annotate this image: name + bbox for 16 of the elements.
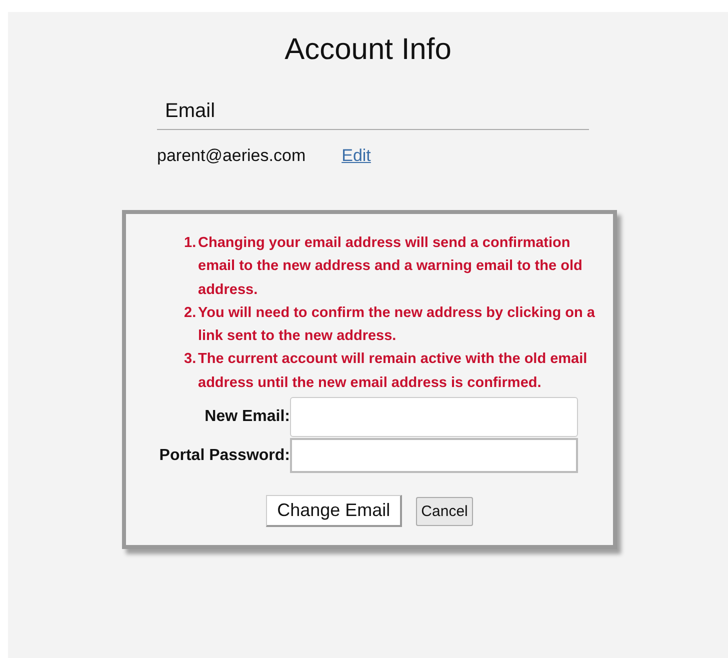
field-label: Portal Password: [158,446,290,465]
note-number: 3. [184,350,196,370]
password-field[interactable] [290,438,578,474]
input-field[interactable] [290,397,578,438]
note-text: Changing your email address will send a confirmation email to the new address and a warning email to the old address. [198,234,584,300]
note-number: 2. [184,304,196,323]
cancel-button[interactable]: Cancel [416,496,473,526]
email-address: parent@aeries.com [157,146,306,166]
edit-link[interactable]: Edit [342,146,371,166]
page-title: Account Info [284,32,452,68]
note-number: 1. [184,234,196,253]
note-text: The current account will remain active with the old email address until the new email address is confirmed. [198,350,588,393]
section-heading: Email [157,100,589,130]
note-text: You will need to confirm the new address by clicking on a link sent to the new address. [198,304,596,346]
change-email-button[interactable]: Change Email [266,495,402,528]
field-label: New Email: [204,408,290,426]
